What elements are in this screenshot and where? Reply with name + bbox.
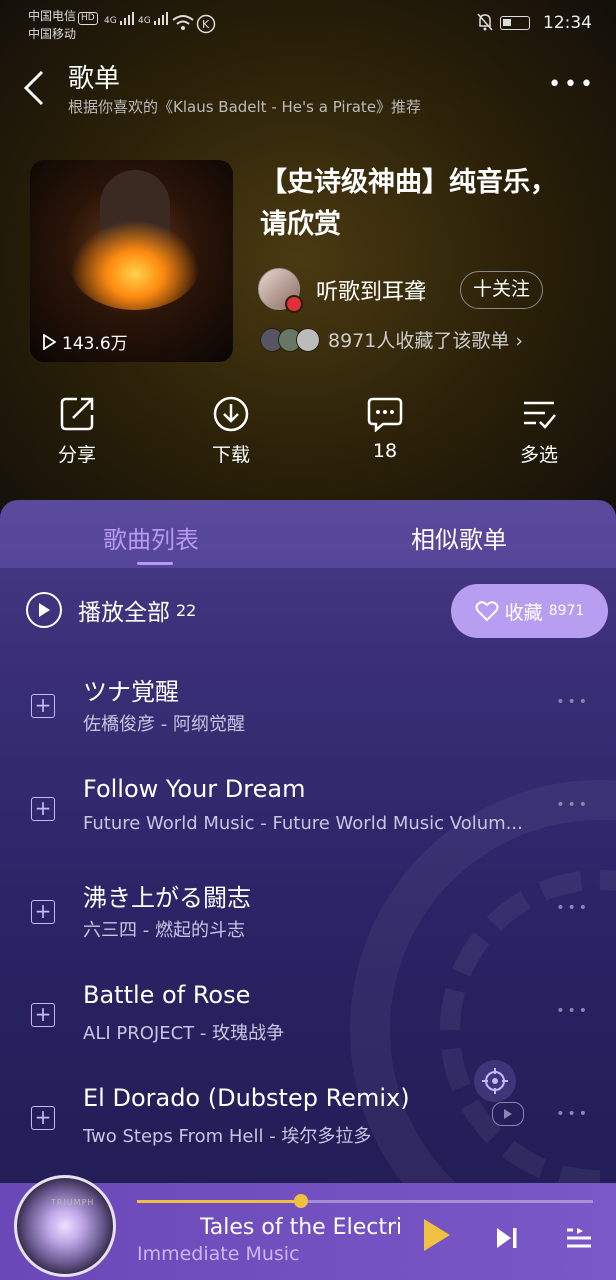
album-art-disc[interactable]: TRIUMPH [14, 1175, 116, 1277]
download-button[interactable]: 下载 [181, 396, 281, 467]
song-row[interactable]: + El Dorado (Dubstep Remix) Two Steps Fr… [0, 1084, 616, 1184]
follow-button[interactable]: 十关注 [460, 271, 543, 309]
song-more-icon[interactable]: ••• [556, 1003, 590, 1019]
vip-badge-icon [285, 295, 303, 313]
mute-bell-icon [477, 13, 493, 31]
mini-player[interactable]: TRIUMPH Tales of the Electric Immediate … [0, 1175, 616, 1280]
download-icon [213, 396, 249, 432]
comment-button[interactable]: 18 [335, 396, 435, 462]
song-more-icon[interactable]: ••• [556, 797, 590, 813]
song-more-icon[interactable]: ••• [556, 694, 590, 710]
locate-current-song-icon[interactable] [474, 1060, 516, 1102]
carrier-2: 中国移动 [28, 27, 77, 41]
song-row[interactable]: + Follow Your Dream Future World Music -… [0, 775, 616, 875]
play-circle-icon [26, 592, 62, 628]
back-arrow-icon[interactable] [22, 70, 46, 106]
add-to-playlist-icon[interactable]: + [31, 900, 55, 924]
song-more-icon[interactable]: ••• [556, 900, 590, 916]
add-to-playlist-icon[interactable]: + [31, 797, 55, 821]
playlist-name: 【史诗级神曲】纯音乐，请欣赏 [260, 167, 557, 240]
more-options-icon[interactable]: ••• [548, 74, 596, 96]
progress-knob[interactable] [294, 1194, 309, 1208]
progress-fill [137, 1200, 302, 1203]
page-subtitle: 根据你喜欢的《Klaus Badelt - He's a Pirate》推荐 [68, 98, 422, 116]
song-subtitle: Two Steps From Hell - 埃尔多拉多 [83, 1126, 372, 1147]
favorites-text: 8971人收藏了该歌单 › [328, 330, 523, 352]
song-subtitle: Future World Music - Future World Music … [83, 813, 523, 834]
song-row[interactable]: + ツナ覚醒 佐橋俊彦 - 阿纲觉醒 ••• [0, 672, 616, 772]
active-tab-indicator [137, 562, 173, 565]
now-playing-title: Tales of the Electric [200, 1215, 400, 1240]
favorites-row[interactable]: 8971人收藏了该歌单 › [260, 326, 523, 353]
creator-name[interactable]: 听歌到耳聋 [316, 274, 426, 306]
battery-icon [500, 16, 530, 30]
app-screen: 中国电信 HD 中国移动 4G 4G K 12:34 歌单 根据你喜欢的《Klau… [0, 0, 616, 1280]
multi-select-button[interactable]: 多选 [489, 396, 589, 467]
song-more-icon[interactable]: ••• [556, 1106, 590, 1122]
action-row: 分享 下载 18 多选 [0, 396, 616, 476]
song-row[interactable]: + 沸き上がる闘志 六三四 - 燃起的斗志 ••• [0, 878, 616, 978]
music-video-icon[interactable] [492, 1102, 524, 1126]
song-title: Battle of Rose [83, 981, 251, 1009]
page-title: 歌单 [68, 64, 121, 94]
collect-button[interactable]: 收藏 8971 [451, 584, 608, 638]
progress-bar[interactable] [137, 1194, 593, 1208]
heart-icon [475, 601, 499, 622]
song-title: El Dorado (Dubstep Remix) [83, 1084, 410, 1112]
svg-text:K: K [202, 18, 210, 31]
comment-icon [367, 397, 403, 432]
fan-avatar [296, 327, 320, 352]
song-list-panel: 歌曲列表 相似歌单 播放全部 22 收藏 8971 + ツナ覚醒 佐橋俊彦 - … [0, 500, 616, 1200]
song-title: Follow Your Dream [83, 775, 306, 803]
add-to-playlist-icon[interactable]: + [31, 1106, 55, 1130]
playlist-queue-icon[interactable] [566, 1227, 592, 1249]
song-subtitle: 六三四 - 燃起的斗志 [83, 920, 245, 941]
play-count: 143.6万 [42, 329, 128, 354]
add-to-playlist-icon[interactable]: + [31, 1003, 55, 1027]
play-triangle-icon [43, 333, 56, 350]
status-bar: 中国电信 HD 中国移动 4G 4G K 12:34 [0, 0, 616, 48]
song-subtitle: ALI PROJECT - 玫瑰战争 [83, 1023, 285, 1044]
multi-select-icon [524, 401, 556, 429]
song-row[interactable]: + Battle of Rose ALI PROJECT - 玫瑰战争 ••• [0, 981, 616, 1081]
signal-icon-1: 4G [104, 12, 134, 26]
tab-bar: 歌曲列表 相似歌单 [0, 500, 616, 568]
song-subtitle: 佐橋俊彦 - 阿纲觉醒 [83, 714, 245, 735]
play-icon[interactable] [420, 1217, 452, 1253]
share-icon [60, 397, 94, 431]
song-count: 22 [176, 600, 197, 620]
tab-song-list[interactable]: 歌曲列表 [103, 520, 199, 555]
now-playing-artist: Immediate Music [137, 1243, 300, 1265]
play-all-button[interactable]: 播放全部 22 [26, 592, 196, 628]
playlist-cover[interactable]: 143.6万 [30, 160, 233, 362]
next-track-icon[interactable] [495, 1227, 519, 1249]
creator-avatar[interactable] [258, 268, 303, 313]
wifi-icon [172, 15, 194, 30]
clock: 12:34 [543, 13, 592, 33]
song-title: ツナ覚醒 [83, 678, 179, 706]
add-to-playlist-icon[interactable]: + [31, 694, 55, 718]
share-button[interactable]: 分享 [27, 396, 127, 467]
carrier-1: 中国电信 HD [28, 8, 98, 25]
k-app-icon: K [196, 14, 216, 34]
song-title: 沸き上がる闘志 [83, 884, 251, 912]
signal-icon-2: 4G [138, 12, 168, 26]
tab-similar-playlists[interactable]: 相似歌单 [411, 520, 507, 555]
